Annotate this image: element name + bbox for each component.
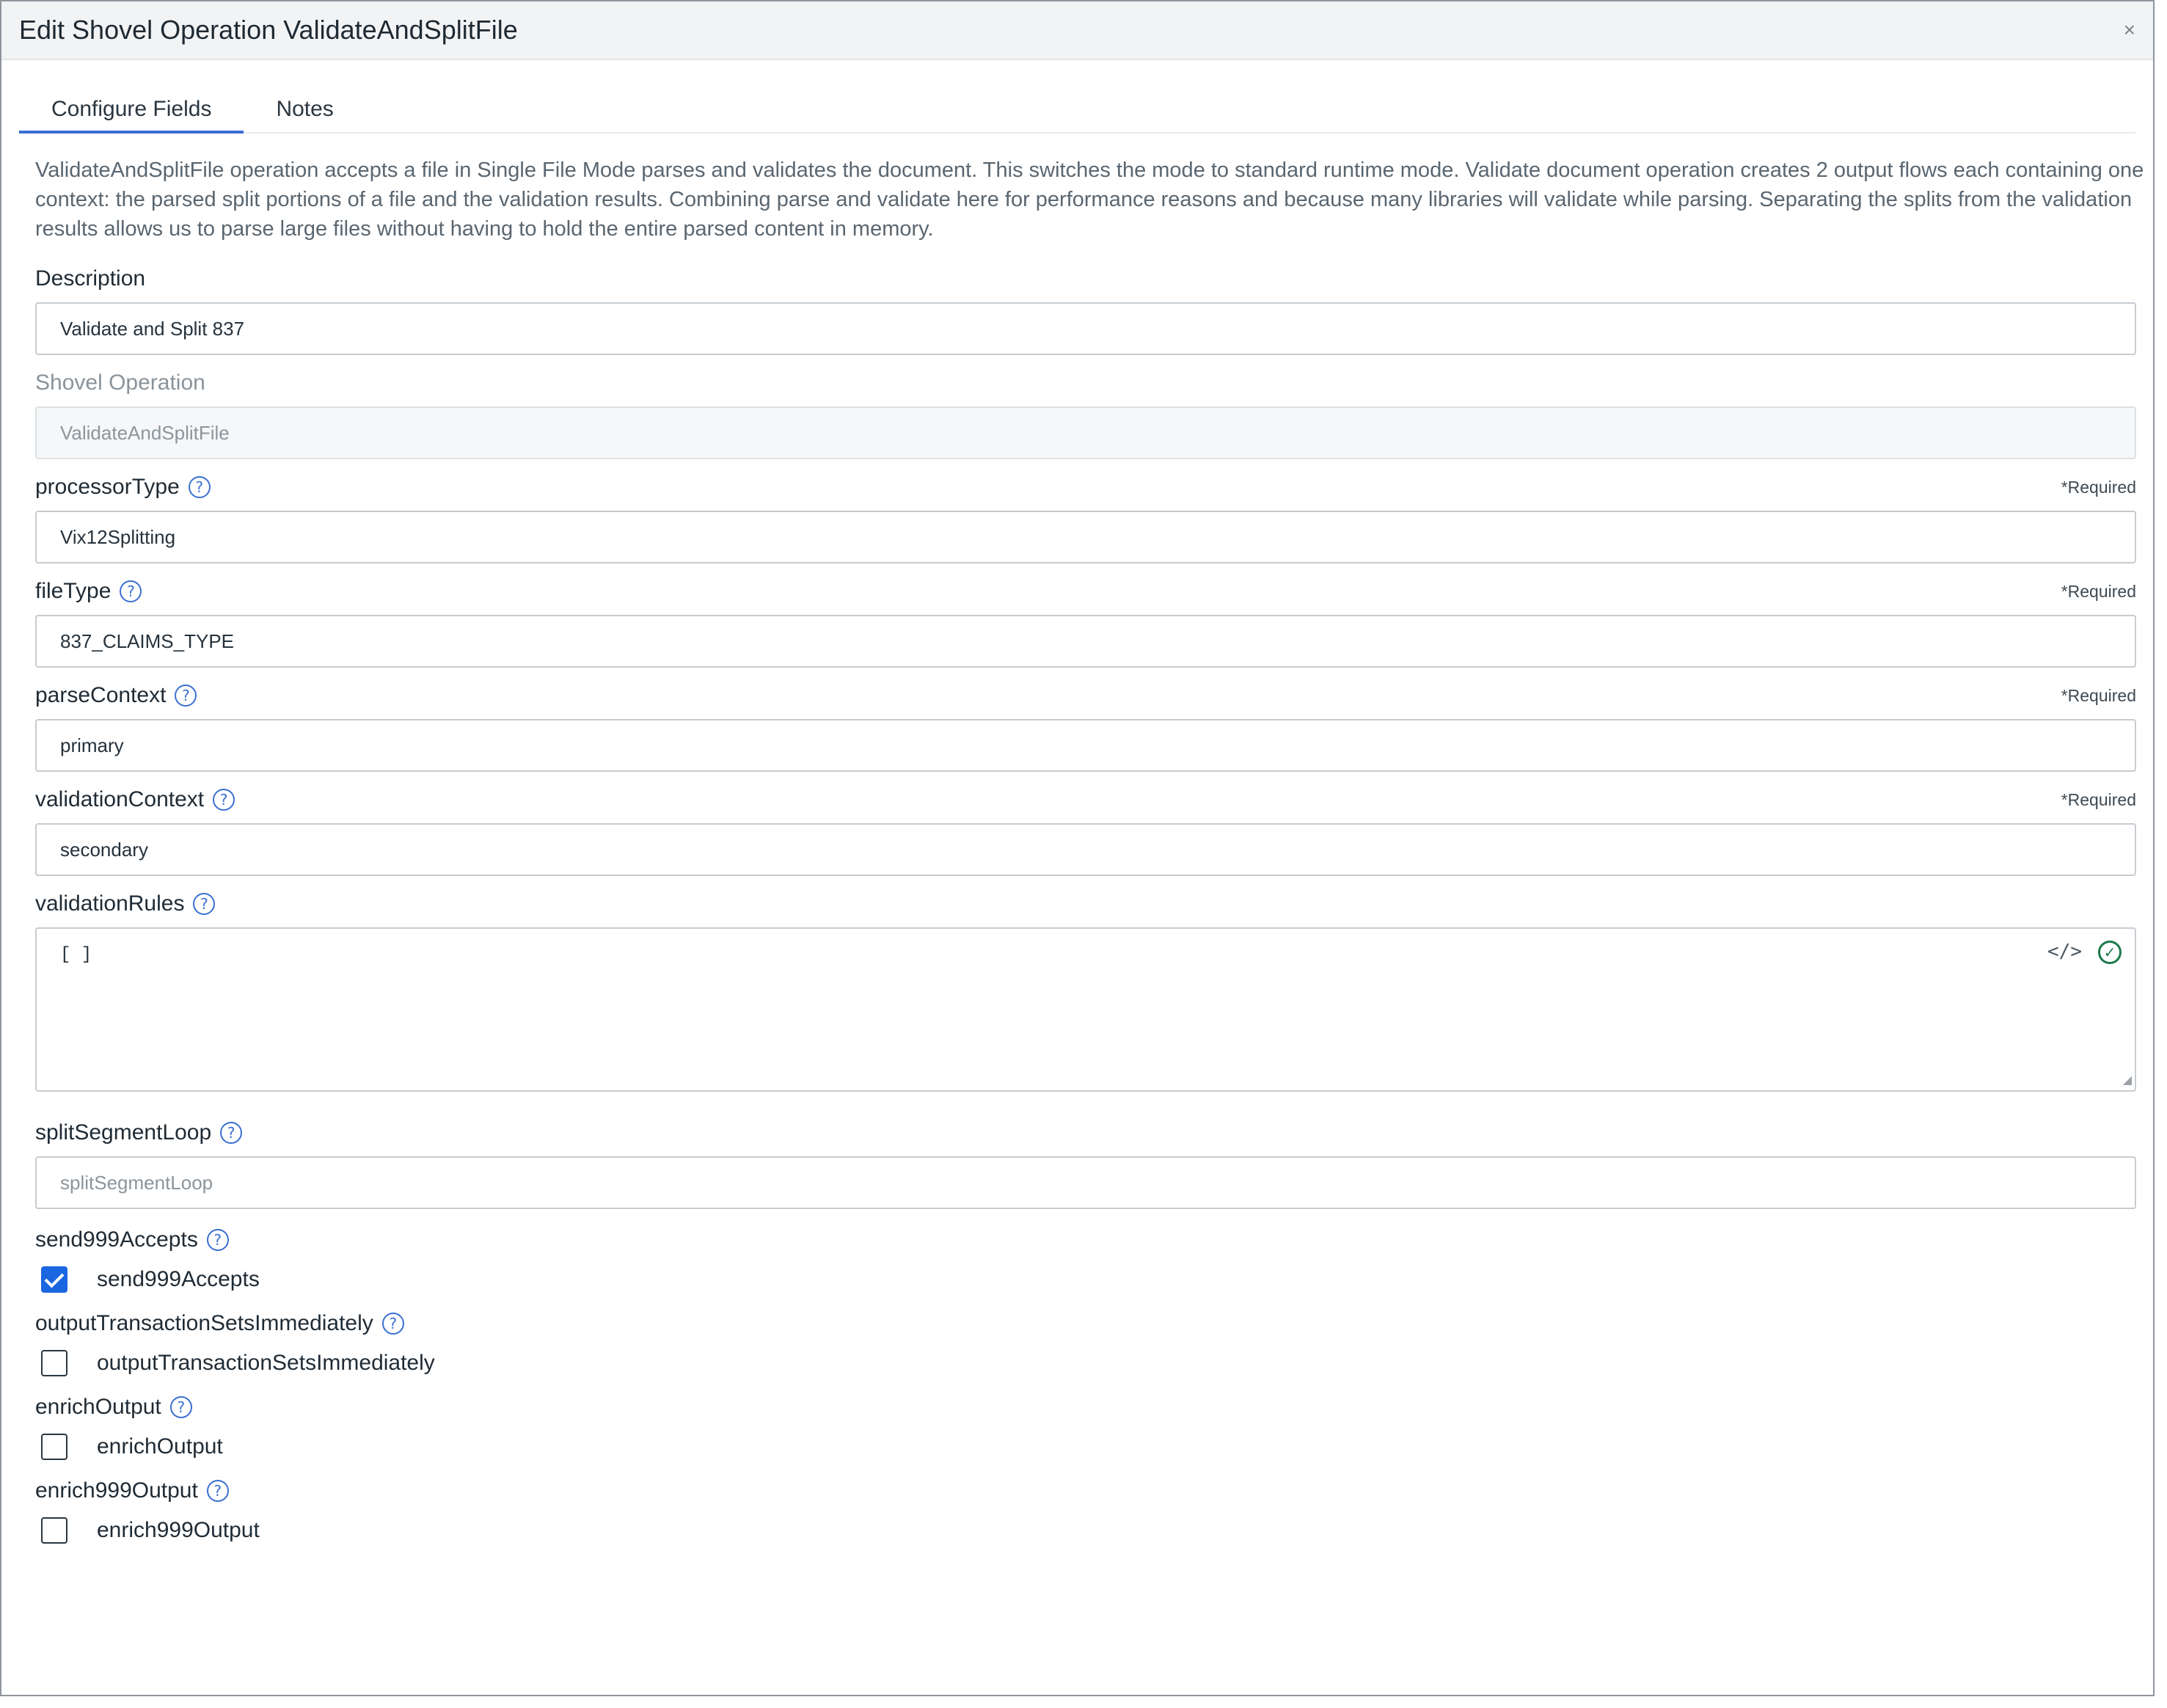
validation-context-label-text: validationContext <box>35 787 205 811</box>
enrich-output-group: enrichOutput ? enrichOutput <box>35 1393 2135 1464</box>
output-transaction-sets-checkbox[interactable] <box>41 1350 67 1376</box>
send999-accepts-checkbox-row: send999Accepts <box>41 1262 2135 1297</box>
enrich999-output-label: enrich999Output ? <box>35 1478 229 1503</box>
output-transaction-sets-label-row: outputTransactionSetsImmediately ? <box>35 1309 2136 1338</box>
output-transaction-sets-checkbox-row: outputTransactionSetsImmediately <box>41 1346 2135 1381</box>
code-view-icon[interactable]: </> <box>2047 941 2082 963</box>
enrich999-output-checkbox[interactable] <box>41 1517 67 1544</box>
validation-rules-help-icon[interactable]: ? <box>193 893 216 915</box>
validation-rules-group: validationRules ? [ ] </> ✓ ◢ <box>35 889 2136 1092</box>
close-icon[interactable]: × <box>2124 18 2135 42</box>
split-segment-loop-label: splitSegmentLoop ? <box>35 1120 243 1145</box>
parse-context-help-icon[interactable]: ? <box>175 685 197 707</box>
validation-context-required: *Required <box>2061 789 2136 809</box>
processor-type-group: processorType ? *Required <box>35 472 2136 563</box>
processor-type-required: *Required <box>2061 477 2136 497</box>
split-segment-loop-group: splitSegmentLoop ? <box>35 1118 2136 1209</box>
validation-context-label: validationContext ? <box>35 787 235 812</box>
validation-rules-textarea[interactable]: [ ] <box>37 929 2135 1090</box>
parse-context-label: parseContext ? <box>35 683 197 708</box>
description-group: Description <box>35 264 2136 355</box>
output-transaction-sets-help-icon[interactable]: ? <box>381 1313 404 1335</box>
enrich999-output-label-row: enrich999Output ? <box>35 1476 2136 1506</box>
file-type-help-icon[interactable]: ? <box>120 580 142 602</box>
validation-rules-label-text: validationRules <box>35 891 185 916</box>
description-label: Description <box>35 266 146 291</box>
enrich-output-help-icon[interactable]: ? <box>169 1396 192 1418</box>
send999-accepts-checkbox-label[interactable]: send999Accepts <box>97 1267 260 1292</box>
validation-context-label-row: validationContext ? *Required <box>35 785 2136 814</box>
parse-context-label-text: parseContext <box>35 683 167 707</box>
tab-configure-fields[interactable]: Configure Fields <box>19 97 244 134</box>
split-segment-loop-label-text: splitSegmentLoop <box>35 1120 212 1145</box>
shovel-operation-group: Shovel Operation <box>35 368 2136 459</box>
send999-accepts-label: send999Accepts ? <box>35 1227 229 1252</box>
output-transaction-sets-group: outputTransactionSetsImmediately ? outpu… <box>35 1309 2135 1381</box>
description-label-row: Description <box>35 264 2136 293</box>
parse-context-label-row: parseContext ? *Required <box>35 681 2136 710</box>
tab-bar: Configure Fields Notes <box>19 60 2135 134</box>
shovel-operation-label: Shovel Operation <box>35 371 205 395</box>
file-type-required: *Required <box>2061 581 2136 601</box>
enrich999-output-checkbox-row: enrich999Output <box>41 1513 2135 1548</box>
output-transaction-sets-label-text: outputTransactionSetsImmediately <box>35 1311 373 1335</box>
split-segment-loop-label-row: splitSegmentLoop ? <box>35 1118 2136 1147</box>
enrich-output-label-row: enrichOutput ? <box>35 1393 2136 1422</box>
validation-context-input[interactable] <box>35 823 2136 876</box>
send999-accepts-help-icon[interactable]: ? <box>206 1229 229 1251</box>
edit-shovel-operation-dialog: Edit Shovel Operation ValidateAndSplitFi… <box>0 0 2155 1696</box>
description-input[interactable] <box>35 302 2136 355</box>
send999-accepts-label-text: send999Accepts <box>35 1227 198 1252</box>
split-segment-loop-input[interactable] <box>35 1156 2136 1209</box>
file-type-group: fileType ? *Required <box>35 577 2136 668</box>
split-segment-loop-help-icon[interactable]: ? <box>220 1122 243 1144</box>
parse-context-group: parseContext ? *Required <box>35 681 2136 772</box>
processor-type-label-row: processorType ? *Required <box>35 472 2136 502</box>
validation-rules-label-row: validationRules ? <box>35 889 2136 919</box>
enrich-output-checkbox-label[interactable]: enrichOutput <box>97 1434 223 1459</box>
validation-context-help-icon[interactable]: ? <box>213 789 235 811</box>
validation-rules-editor: [ ] </> ✓ ◢ <box>35 927 2136 1092</box>
file-type-label: fileType ? <box>35 579 142 604</box>
validation-rules-label: validationRules ? <box>35 891 216 916</box>
parse-context-required: *Required <box>2061 685 2136 705</box>
operation-description-text: ValidateAndSplitFile operation accepts a… <box>35 158 2144 241</box>
dialog-body: Configure Fields Notes ValidateAndSplitF… <box>1 60 2153 1548</box>
enrich-output-checkbox[interactable] <box>41 1434 67 1460</box>
dialog-title: Edit Shovel Operation ValidateAndSplitFi… <box>19 15 518 45</box>
tab-notes[interactable]: Notes <box>244 97 365 134</box>
output-transaction-sets-label: outputTransactionSetsImmediately ? <box>35 1311 404 1336</box>
validation-context-group: validationContext ? *Required <box>35 785 2136 876</box>
enrich999-output-checkbox-label[interactable]: enrich999Output <box>97 1518 260 1543</box>
file-type-input[interactable] <box>35 615 2136 668</box>
parse-context-input[interactable] <box>35 719 2136 772</box>
processor-type-label-text: processorType <box>35 475 180 499</box>
enrich-output-label: enrichOutput ? <box>35 1395 192 1420</box>
shovel-operation-label-row: Shovel Operation <box>35 368 2136 398</box>
enrich-output-checkbox-row: enrichOutput <box>41 1429 2135 1464</box>
send999-accepts-group: send999Accepts ? send999Accepts <box>35 1225 2135 1297</box>
enrich999-output-label-text: enrich999Output <box>35 1478 198 1503</box>
output-transaction-sets-checkbox-label[interactable]: outputTransactionSetsImmediately <box>97 1351 435 1376</box>
send999-accepts-label-row: send999Accepts ? <box>35 1225 2136 1255</box>
dialog-header: Edit Shovel Operation ValidateAndSplitFi… <box>1 1 2153 60</box>
shovel-operation-input <box>35 406 2136 459</box>
enrich-output-label-text: enrichOutput <box>35 1395 161 1419</box>
file-type-label-row: fileType ? *Required <box>35 577 2136 606</box>
valid-check-icon[interactable]: ✓ <box>2098 941 2122 964</box>
enrich999-output-help-icon[interactable]: ? <box>206 1480 229 1502</box>
processor-type-input[interactable] <box>35 511 2136 563</box>
processor-type-label: processorType ? <box>35 475 211 500</box>
resize-grip-icon[interactable]: ◢ <box>2123 1073 2132 1087</box>
processor-type-help-icon[interactable]: ? <box>188 476 211 498</box>
enrich999-output-group: enrich999Output ? enrich999Output <box>35 1476 2135 1548</box>
send999-accepts-checkbox[interactable] <box>41 1266 67 1293</box>
file-type-label-text: fileType <box>35 579 112 603</box>
